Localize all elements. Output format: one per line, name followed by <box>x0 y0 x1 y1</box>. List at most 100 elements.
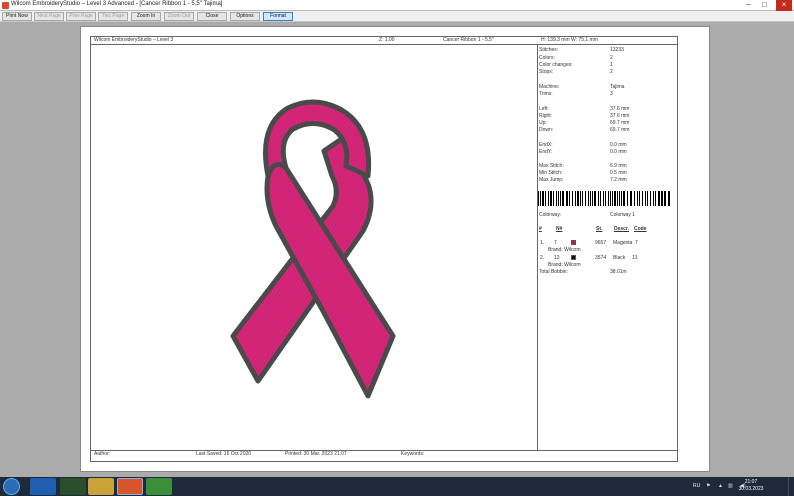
internet-explorer-icon[interactable] <box>30 478 56 495</box>
row1-descr: Magenta <box>613 240 633 246</box>
barcode-bar <box>562 191 564 206</box>
media-player-icon[interactable] <box>60 478 86 495</box>
right-label: Right: <box>539 113 553 119</box>
stitches-value: 13233 <box>610 47 624 53</box>
system-clock[interactable]: 21:07 30.03.2023 <box>734 479 768 493</box>
frame-footer-rule <box>90 450 678 451</box>
barcode-bar <box>592 191 593 206</box>
down-label: Down: <box>539 127 554 133</box>
max-jump-label: Max Jump: <box>539 177 564 183</box>
frame-right <box>677 36 678 462</box>
min-stitch-value: 0.5 mm <box>610 170 627 176</box>
left-label: Left: <box>539 106 549 112</box>
col-num-header: # <box>539 226 542 232</box>
file-explorer-icon[interactable] <box>88 478 114 495</box>
barcode-bar <box>639 191 640 206</box>
design-name: Cancer Ribbon 1 - 5,5" <box>443 37 494 43</box>
barcode-bar <box>556 191 557 206</box>
barcode-bar <box>664 191 666 206</box>
chevron-up-icon[interactable]: ▲ <box>718 483 723 489</box>
col-descr-header: Descr. <box>614 226 630 232</box>
barcode-bar <box>605 191 606 206</box>
windows-start-icon[interactable] <box>3 478 20 495</box>
row2-code: 13 <box>632 255 638 261</box>
language-indicator[interactable]: RU <box>693 483 700 489</box>
barcode-bar <box>645 191 646 206</box>
colorway-label: Colorway: <box>539 212 562 218</box>
print-now-button[interactable]: Print Now <box>2 12 32 21</box>
format-button[interactable]: Format <box>263 12 293 21</box>
barcode-bar <box>560 191 561 206</box>
barcode-bar <box>661 191 663 206</box>
left-value: 37.6 mm <box>610 106 630 112</box>
zoom-out-button[interactable]: Zoom Out <box>164 12 194 21</box>
total-bobbin-label: Total Bobbin: <box>539 269 568 275</box>
row2-color-swatch <box>571 255 576 260</box>
next-page-button[interactable]: Next Page <box>34 12 64 21</box>
barcode-bar <box>588 191 589 206</box>
frame-left <box>90 36 91 462</box>
maximize-button[interactable]: □ <box>758 0 771 11</box>
row1-color-swatch <box>571 240 576 245</box>
barcode-bar <box>558 191 559 206</box>
color-changes-value: 1 <box>610 62 613 68</box>
row1-num: 1. <box>540 240 545 246</box>
colorway-value: Colorway 1 <box>610 212 636 218</box>
barcode-bar <box>553 191 554 206</box>
row1-thread: 7 <box>554 240 557 246</box>
up-value: 69.7 mm <box>610 120 630 126</box>
network-icon[interactable]: ▥ <box>728 483 733 489</box>
row1-brand: Brand: Wilcom <box>548 247 581 253</box>
taskbar: RU ⚑ ▲ ▥ ◀) 21:07 30.03.2023 <box>0 477 794 496</box>
barcode-bar <box>569 191 570 206</box>
cancer-ribbon-design[interactable] <box>228 96 398 401</box>
row1-code: 7 <box>635 240 638 246</box>
options-button[interactable]: Options <box>230 12 260 21</box>
barcode-bar <box>642 191 643 206</box>
col-code-header: Code <box>634 226 647 232</box>
barcode-bar <box>577 191 579 206</box>
flag-icon[interactable]: ⚑ <box>706 483 710 489</box>
max-stitch-value: 6.9 mm <box>610 163 627 169</box>
frame-header-rule <box>90 44 678 45</box>
endy-label: EndY: <box>539 149 553 155</box>
barcode-bar <box>575 191 576 206</box>
barcode-bar <box>600 191 601 206</box>
close-window-button[interactable]: × <box>776 0 792 11</box>
title-bar: Wilcom EmbroideryStudio – Level 3 Advanc… <box>0 0 794 11</box>
clock-time: 21:07 <box>744 479 758 485</box>
show-desktop-button[interactable] <box>788 477 794 496</box>
last-saved: Last Saved: 16 Oct 2020 <box>196 451 252 457</box>
barcode-bar <box>542 191 544 206</box>
barcode-bar <box>585 191 586 206</box>
chrome-icon[interactable] <box>146 478 172 495</box>
barcode-bar <box>634 191 635 206</box>
row2-brand: Brand: Wilcom <box>548 262 581 268</box>
barcode-bar <box>603 191 604 206</box>
printed-date: Printed: 30 Mar. 2023 21:07 <box>285 451 347 457</box>
colors-label: Colors: <box>539 55 555 61</box>
barcode-bar <box>617 191 618 206</box>
colors-value: 2 <box>610 55 613 61</box>
clock-date: 30.03.2023 <box>738 486 764 492</box>
keywords-label: Keywords: <box>401 451 425 457</box>
color-changes-label: Color changes: <box>539 62 573 68</box>
row2-thread: 13 <box>554 255 560 261</box>
barcode-bar <box>647 191 648 206</box>
wilcom-icon[interactable] <box>117 478 143 495</box>
frame-bottom <box>90 461 678 462</box>
barcode-bar <box>598 191 599 206</box>
stops-value: 2 <box>610 69 613 75</box>
trims-label: Trims: <box>539 91 553 97</box>
zoom-readout: Z: 1.00 <box>379 37 395 43</box>
frame-divider <box>537 44 538 450</box>
design-size: H: 139.3 mm W: 75.1 mm <box>541 37 598 43</box>
close-button[interactable]: Close <box>197 12 227 21</box>
minimize-button[interactable]: – <box>742 0 755 11</box>
two-page-button[interactable]: Two Page <box>98 12 128 21</box>
machine-label: Machine: <box>539 84 560 90</box>
barcode-bar <box>637 191 638 206</box>
zoom-in-button[interactable]: Zoom In <box>131 12 161 21</box>
machine-value: Tajima <box>610 84 625 90</box>
prev-page-button[interactable]: Prev Page <box>66 12 96 21</box>
